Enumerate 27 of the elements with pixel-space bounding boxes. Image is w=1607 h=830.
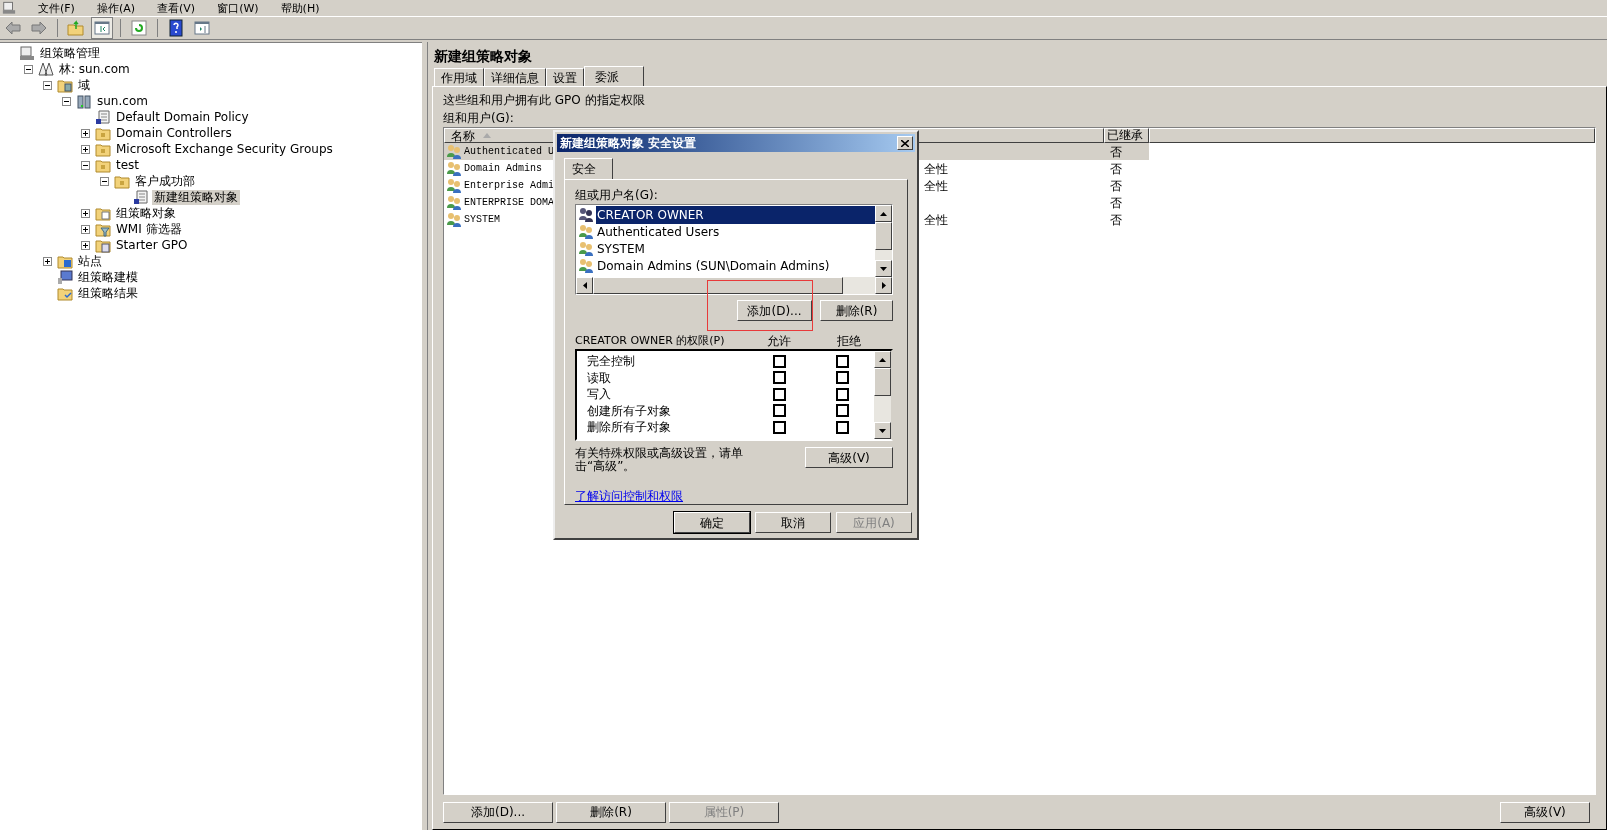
permission-name: 写入 [586,386,612,404]
permission-name: 读取 [586,369,612,387]
table-cell-text: 否 [1109,177,1122,195]
table-cell-text: 否 [1109,194,1122,212]
table-cell-text: 否 [1109,143,1122,161]
advanced-hint: 有关特殊权限或高级设置，请单击“高级”。 [575,447,744,473]
permission-name: 创建所有子对象 [586,402,672,420]
panel-title: 新建组策略对象 [434,47,533,66]
table-cell-text: 否 [1109,160,1122,178]
list-label: 组和用户(G): [443,110,515,127]
permissions-label: CREATOR OWNER 的权限(P) [575,332,726,349]
table-cell-text: SYSTEM [464,213,500,227]
table-cell: 全性 [924,161,948,176]
deny-label: 拒绝 [837,333,861,350]
allow-label: 允许 [767,333,792,350]
table-cell-text: Authenticated U [464,145,554,159]
description: 这些组和用户拥有此 GPO 的指定权限 [443,92,646,109]
table-cell: 全性 [924,212,948,227]
table-cell-text: Enterprise Admi [464,179,554,193]
table-cell: 全性 [924,178,948,193]
table-cell-text: ENTERPRISE DOMA [464,196,554,210]
table-cell-text: 否 [1109,211,1122,229]
permission-name: 删除所有子对象 [586,419,672,437]
users-label: 组或用户名(G): [575,187,659,204]
table-cell-text: Domain Admins [464,162,542,176]
permission-name: 完全控制 [586,353,636,371]
dialog-title: 新建组策略对象 安全设置 [560,135,697,152]
